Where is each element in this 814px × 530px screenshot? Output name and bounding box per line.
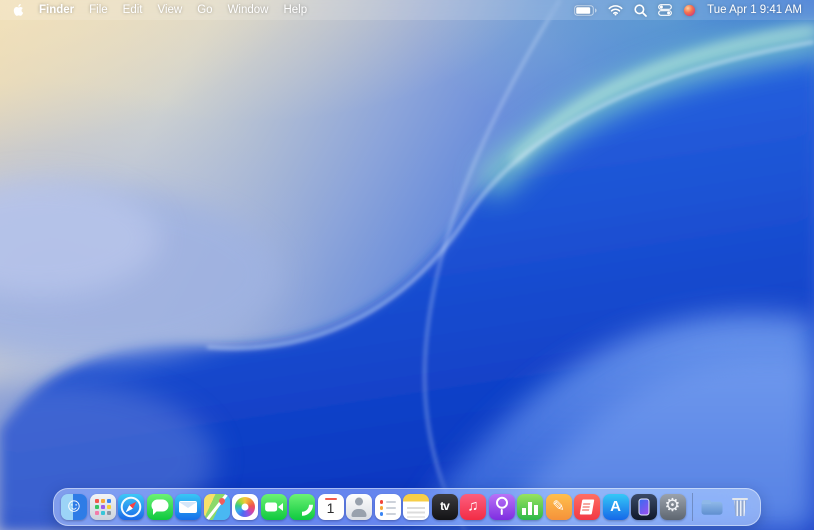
apple-menu-button[interactable] [12,3,24,17]
facetime-icon [261,494,287,520]
launchpad-icon [90,494,116,520]
contacts-icon [346,494,372,520]
dock-item-mail[interactable] [175,494,201,520]
phone-icon [289,494,315,520]
spotlight-icon[interactable] [634,4,647,17]
dock-item-music[interactable] [460,494,486,520]
wifi-icon[interactable] [608,4,623,16]
news-icon [574,494,600,520]
menu-finder[interactable]: Finder [39,0,74,20]
photos-icon [232,494,258,520]
dock-item-safari[interactable] [118,494,144,520]
tv-icon [432,494,458,520]
menu-help[interactable]: Help [283,0,307,20]
control-center-icon[interactable] [658,4,672,16]
dock-area: 1 [0,488,814,526]
calendar-day: 1 [318,501,344,515]
dock-item-tv[interactable] [432,494,458,520]
wallpaper-waves [0,0,814,530]
pages-icon [546,494,572,520]
menu-bar-clock[interactable]: Tue Apr 1 9:41 AM [707,4,802,16]
reminders-icon [375,494,401,520]
maps-icon [204,494,230,520]
dock-separator [692,493,693,521]
menu-bar-menus: Finder File Edit View Go Window Help [12,0,307,20]
menu-window[interactable]: Window [228,0,269,20]
dock-item-reminders[interactable] [375,494,401,520]
downloads-icon [699,494,725,520]
notes-icon [403,494,429,520]
dock-item-messages[interactable] [147,494,173,520]
menu-bar: Finder File Edit View Go Window Help [0,0,814,20]
menu-edit[interactable]: Edit [123,0,143,20]
system-settings-icon [660,494,686,520]
desktop-wallpaper [0,0,814,530]
dock-item-maps[interactable] [204,494,230,520]
menu-view[interactable]: View [158,0,183,20]
menu-list: Finder File Edit View Go Window Help [39,0,307,20]
numbers-icon [517,494,543,520]
siri-icon[interactable] [683,4,696,17]
dock-item-facetime[interactable] [261,494,287,520]
menu-go[interactable]: Go [197,0,212,20]
menu-file[interactable]: File [89,0,108,20]
dock-item-notes[interactable] [403,494,429,520]
dock-item-news[interactable] [574,494,600,520]
dock-item-photos[interactable] [232,494,258,520]
podcasts-icon [489,494,515,520]
dock-item-pages[interactable] [546,494,572,520]
app-store-icon [603,494,629,520]
dock-item-trash[interactable] [727,494,753,520]
dock-item-downloads[interactable] [699,494,725,520]
trash-icon [727,494,753,520]
safari-icon [118,494,144,520]
menu-bar-status: Tue Apr 1 9:41 AM [574,4,802,17]
finder-icon [61,494,87,520]
dock-item-podcasts[interactable] [489,494,515,520]
dock-item-iphone-mirroring[interactable] [631,494,657,520]
music-icon [460,494,486,520]
dock-item-system-settings[interactable] [660,494,686,520]
dock-item-phone[interactable] [289,494,315,520]
battery-icon[interactable] [574,5,597,16]
dock-folders [699,494,754,520]
dock-item-contacts[interactable] [346,494,372,520]
apple-logo-icon [12,3,24,17]
dock-apps: 1 [61,494,686,520]
mail-icon [175,494,201,520]
dock-item-calendar[interactable]: 1 [318,494,344,520]
dock-item-numbers[interactable] [517,494,543,520]
dock: 1 [53,488,761,526]
dock-item-finder[interactable] [61,494,87,520]
dock-item-launchpad[interactable] [90,494,116,520]
iphone-mirroring-icon [631,494,657,520]
messages-icon [147,494,173,520]
dock-item-app-store[interactable] [603,494,629,520]
